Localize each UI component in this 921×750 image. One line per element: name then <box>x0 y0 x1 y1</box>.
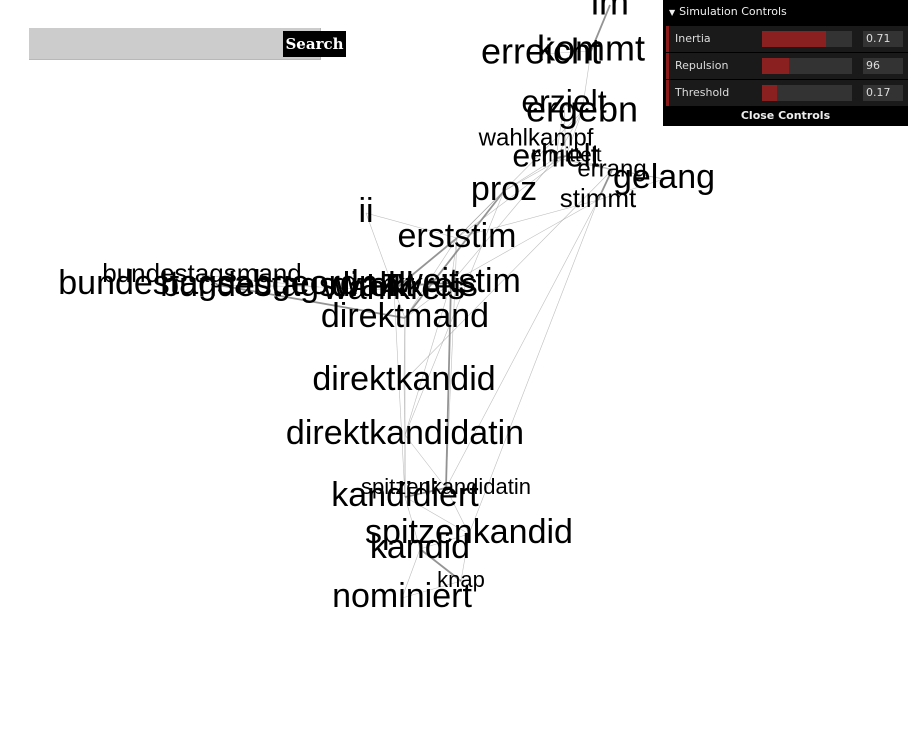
word-node-label[interactable]: kandid <box>370 528 470 566</box>
word-node-label[interactable]: im <box>591 0 629 23</box>
word-node-label[interactable]: kommt <box>537 28 645 69</box>
inertia-slider[interactable] <box>762 31 852 47</box>
graph-word-labels: imerreichtkommterzieltergebnwahlkampferm… <box>58 0 715 615</box>
word-node-label[interactable]: nominiert <box>332 577 472 615</box>
word-node-label[interactable]: zweitstim <box>381 262 521 300</box>
word-node-label[interactable]: stimmt <box>560 183 637 213</box>
simulation-controls-panel: ▼ Simulation Controls Inertia 0.71 Repuls… <box>663 0 908 126</box>
search-button[interactable]: Search <box>283 31 346 57</box>
inertia-value-field[interactable]: 0.71 <box>863 31 903 47</box>
repulsion-slider[interactable] <box>762 58 852 74</box>
word-node-label[interactable]: errang <box>577 155 646 182</box>
repulsion-slider-fill <box>762 58 789 74</box>
inertia-control: Inertia 0.71 <box>666 26 908 52</box>
threshold-slider[interactable] <box>762 85 852 101</box>
word-node-label[interactable]: direktkandid <box>312 360 495 398</box>
close-controls-button[interactable]: Close Controls <box>663 108 908 124</box>
threshold-control: Threshold 0.17 <box>666 80 908 106</box>
word-node-label[interactable]: proz <box>471 170 537 208</box>
word-node-label[interactable]: direktkandidatin <box>286 414 524 452</box>
word-node-label[interactable]: kandidiert <box>331 476 479 514</box>
threshold-slider-fill <box>762 85 778 101</box>
inertia-label: Inertia <box>675 32 711 45</box>
inertia-slider-fill <box>762 31 826 47</box>
repulsion-value-field[interactable]: 96 <box>863 58 903 74</box>
word-node-label[interactable]: ii <box>358 192 373 230</box>
threshold-label: Threshold <box>675 86 730 99</box>
word-node-label[interactable]: erststim <box>398 217 517 255</box>
search-input[interactable] <box>29 28 253 59</box>
repulsion-label: Repulsion <box>675 59 729 72</box>
caret-down-icon: ▼ <box>669 8 676 17</box>
word-node-label[interactable]: direktmand <box>321 297 489 335</box>
simulation-controls-header[interactable]: ▼ Simulation Controls <box>669 4 787 20</box>
threshold-value-field[interactable]: 0.17 <box>863 85 903 101</box>
repulsion-control: Repulsion 96 <box>666 53 908 79</box>
search-bar: Search <box>29 28 346 60</box>
controls-title: Simulation Controls <box>679 5 787 18</box>
